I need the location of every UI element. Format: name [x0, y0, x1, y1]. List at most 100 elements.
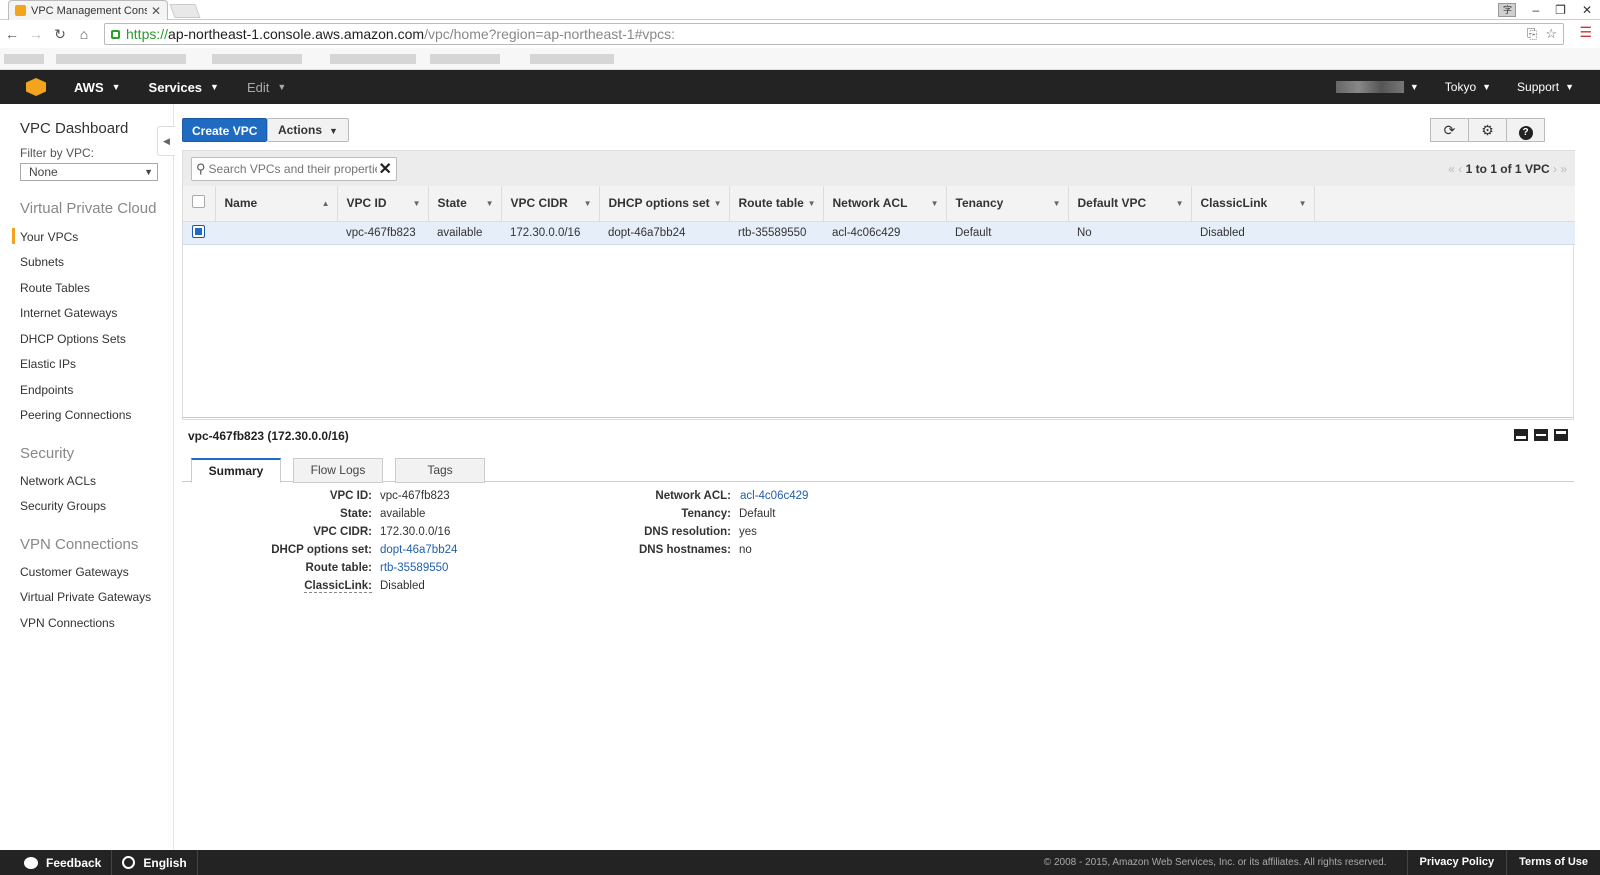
- bookmark-item[interactable]: [212, 54, 302, 64]
- cell-vpc-cidr: 172.30.0.0/16: [501, 221, 599, 245]
- browser-menu-icon[interactable]: ☰: [1579, 24, 1592, 41]
- terms-of-use-link[interactable]: Terms of Use: [1506, 850, 1600, 875]
- home-icon[interactable]: ⌂: [72, 26, 96, 42]
- sidebar-item-vpn-connections[interactable]: VPN Connections: [20, 616, 115, 630]
- sidebar-item-your-vpcs[interactable]: Your VPCs: [20, 230, 78, 244]
- column-header-name[interactable]: Name ▲: [215, 186, 338, 222]
- window-controls: 字 – ❐ ✕: [1498, 0, 1592, 20]
- tab-flow-logs[interactable]: Flow Logs: [293, 458, 383, 483]
- collapse-sidebar-button[interactable]: ◀: [157, 126, 175, 156]
- privacy-policy-link[interactable]: Privacy Policy: [1406, 850, 1507, 875]
- sidebar-item-dhcp-options-sets[interactable]: DHCP Options Sets: [20, 332, 126, 346]
- support-menu[interactable]: Support ▼: [1517, 80, 1574, 94]
- sidebar-item-vpc-dashboard[interactable]: VPC Dashboard: [20, 120, 128, 137]
- search-input[interactable]: [208, 162, 377, 176]
- bookmark-item[interactable]: [4, 54, 44, 64]
- aws-menu[interactable]: AWS ▼: [74, 80, 121, 95]
- first-page-icon[interactable]: «: [1448, 162, 1455, 176]
- detail-value: Default: [739, 508, 776, 520]
- pane-layout-bottom-icon[interactable]: [1554, 429, 1568, 441]
- column-header-classiclink[interactable]: ClassicLink ▼: [1191, 186, 1315, 222]
- sidebar-item-network-acls[interactable]: Network ACLs: [20, 474, 96, 488]
- aws-menu-label: AWS: [74, 79, 104, 95]
- row-checkbox[interactable]: [192, 224, 205, 238]
- column-header-label: Name: [224, 196, 258, 211]
- network-acl-link[interactable]: acl-4c06c429: [740, 490, 808, 502]
- column-header-filler: [1314, 186, 1575, 222]
- details-title: vpc-467fb823 (172.30.0.0/16): [188, 429, 349, 443]
- column-header-tenancy[interactable]: Tenancy ▼: [946, 186, 1069, 222]
- bookmark-item[interactable]: [56, 54, 186, 64]
- chevron-down-icon: ▼: [1409, 82, 1419, 92]
- chevron-down-icon: ▼: [1565, 82, 1574, 92]
- last-page-icon[interactable]: »: [1560, 162, 1567, 176]
- restore-icon[interactable]: ❐: [1555, 3, 1566, 17]
- aws-cube-icon[interactable]: [26, 78, 46, 96]
- column-header-label: State: [437, 196, 467, 211]
- next-page-icon[interactable]: ›: [1553, 162, 1557, 176]
- user-profile-icon[interactable]: 字: [1498, 3, 1517, 17]
- gear-icon: ⚙: [1481, 122, 1494, 138]
- bookmark-item[interactable]: [430, 54, 500, 64]
- forward-icon[interactable]: →: [24, 26, 48, 42]
- previous-page-icon[interactable]: ‹: [1458, 162, 1462, 176]
- bookmark-star-icon[interactable]: ☆: [1545, 26, 1557, 42]
- column-header-dhcp-options-set[interactable]: DHCP options set ▼: [599, 186, 730, 222]
- actions-button[interactable]: Actions ▼: [267, 118, 349, 142]
- tab-summary[interactable]: Summary: [191, 458, 281, 483]
- sidebar-item-subnets[interactable]: Subnets: [20, 255, 64, 269]
- detail-key[interactable]: ClassicLink:: [304, 580, 372, 593]
- pane-layout-middle-icon[interactable]: [1534, 429, 1548, 441]
- sidebar-item-elastic-ips[interactable]: Elastic IPs: [20, 357, 76, 371]
- region-menu[interactable]: Tokyo ▼: [1445, 80, 1491, 94]
- filter-by-vpc-select[interactable]: None ▼: [20, 163, 158, 181]
- reload-icon[interactable]: ↻: [48, 26, 72, 43]
- help-icon: ?: [1518, 126, 1533, 140]
- bookmark-item[interactable]: [530, 54, 614, 64]
- services-menu[interactable]: Services ▼: [149, 80, 219, 95]
- search-icon: ⚲: [196, 161, 206, 176]
- cell-name: [215, 221, 337, 245]
- column-header-label: Default VPC: [1077, 196, 1147, 211]
- tab-tags[interactable]: Tags: [395, 458, 485, 483]
- account-menu[interactable]: ▼: [1335, 81, 1419, 93]
- route-table-link[interactable]: rtb-35589550: [380, 562, 448, 574]
- clear-search-icon[interactable]: ✕: [379, 159, 392, 179]
- language-button[interactable]: English: [112, 850, 198, 875]
- close-window-icon[interactable]: ✕: [1582, 3, 1592, 17]
- account-name-redacted: [1335, 81, 1404, 93]
- column-header-vpc-id[interactable]: VPC ID ▼: [337, 186, 429, 222]
- sidebar-item-endpoints[interactable]: Endpoints: [20, 383, 73, 397]
- create-vpc-button[interactable]: Create VPC: [182, 118, 268, 142]
- column-header-vpc-cidr[interactable]: VPC CIDR ▼: [501, 186, 600, 222]
- help-button[interactable]: ?: [1506, 118, 1545, 142]
- vpc-list-panel: ⚲ ✕ « ‹ 1 to 1 of 1 VPC › » Name ▲ VPC ID…: [182, 150, 1575, 420]
- table-row[interactable]: vpc-467fb823 available 172.30.0.0/16 dop…: [183, 221, 1575, 245]
- sidebar-item-peering-connections[interactable]: Peering Connections: [20, 408, 131, 422]
- bookmark-item[interactable]: [330, 54, 416, 64]
- browser-tab[interactable]: VPC Management Cons ✕: [8, 0, 168, 20]
- column-header-label: DHCP options set: [608, 196, 710, 211]
- sidebar-item-virtual-private-gateways[interactable]: Virtual Private Gateways: [20, 590, 151, 604]
- new-tab-button[interactable]: [169, 4, 201, 18]
- close-tab-icon[interactable]: ✕: [151, 4, 161, 18]
- select-all-checkbox[interactable]: [192, 195, 205, 209]
- cell-state: available: [428, 221, 501, 245]
- feedback-button[interactable]: Feedback: [0, 850, 113, 875]
- sidebar-item-route-tables[interactable]: Route Tables: [20, 281, 90, 295]
- address-bar[interactable]: https:// ap-northeast-1.console.aws.amaz…: [104, 23, 1564, 45]
- minimize-icon[interactable]: –: [1532, 3, 1539, 17]
- column-header-network-acl[interactable]: Network ACL ▼: [823, 186, 947, 222]
- settings-button[interactable]: ⚙: [1468, 118, 1507, 142]
- column-header-default-vpc[interactable]: Default VPC ▼: [1068, 186, 1192, 222]
- sidebar-item-internet-gateways[interactable]: Internet Gateways: [20, 306, 117, 320]
- column-header-state[interactable]: State ▼: [428, 186, 502, 222]
- pane-layout-top-icon[interactable]: [1514, 429, 1528, 441]
- edit-menu[interactable]: Edit ▼: [247, 80, 286, 95]
- column-header-route-table[interactable]: Route table ▼: [729, 186, 824, 222]
- sidebar-item-security-groups[interactable]: Security Groups: [20, 499, 106, 513]
- refresh-button[interactable]: ⟳: [1430, 118, 1469, 142]
- sidebar-item-customer-gateways[interactable]: Customer Gateways: [20, 565, 129, 579]
- translate-icon[interactable]: ⎘: [1527, 26, 1537, 42]
- back-icon[interactable]: ←: [0, 26, 24, 42]
